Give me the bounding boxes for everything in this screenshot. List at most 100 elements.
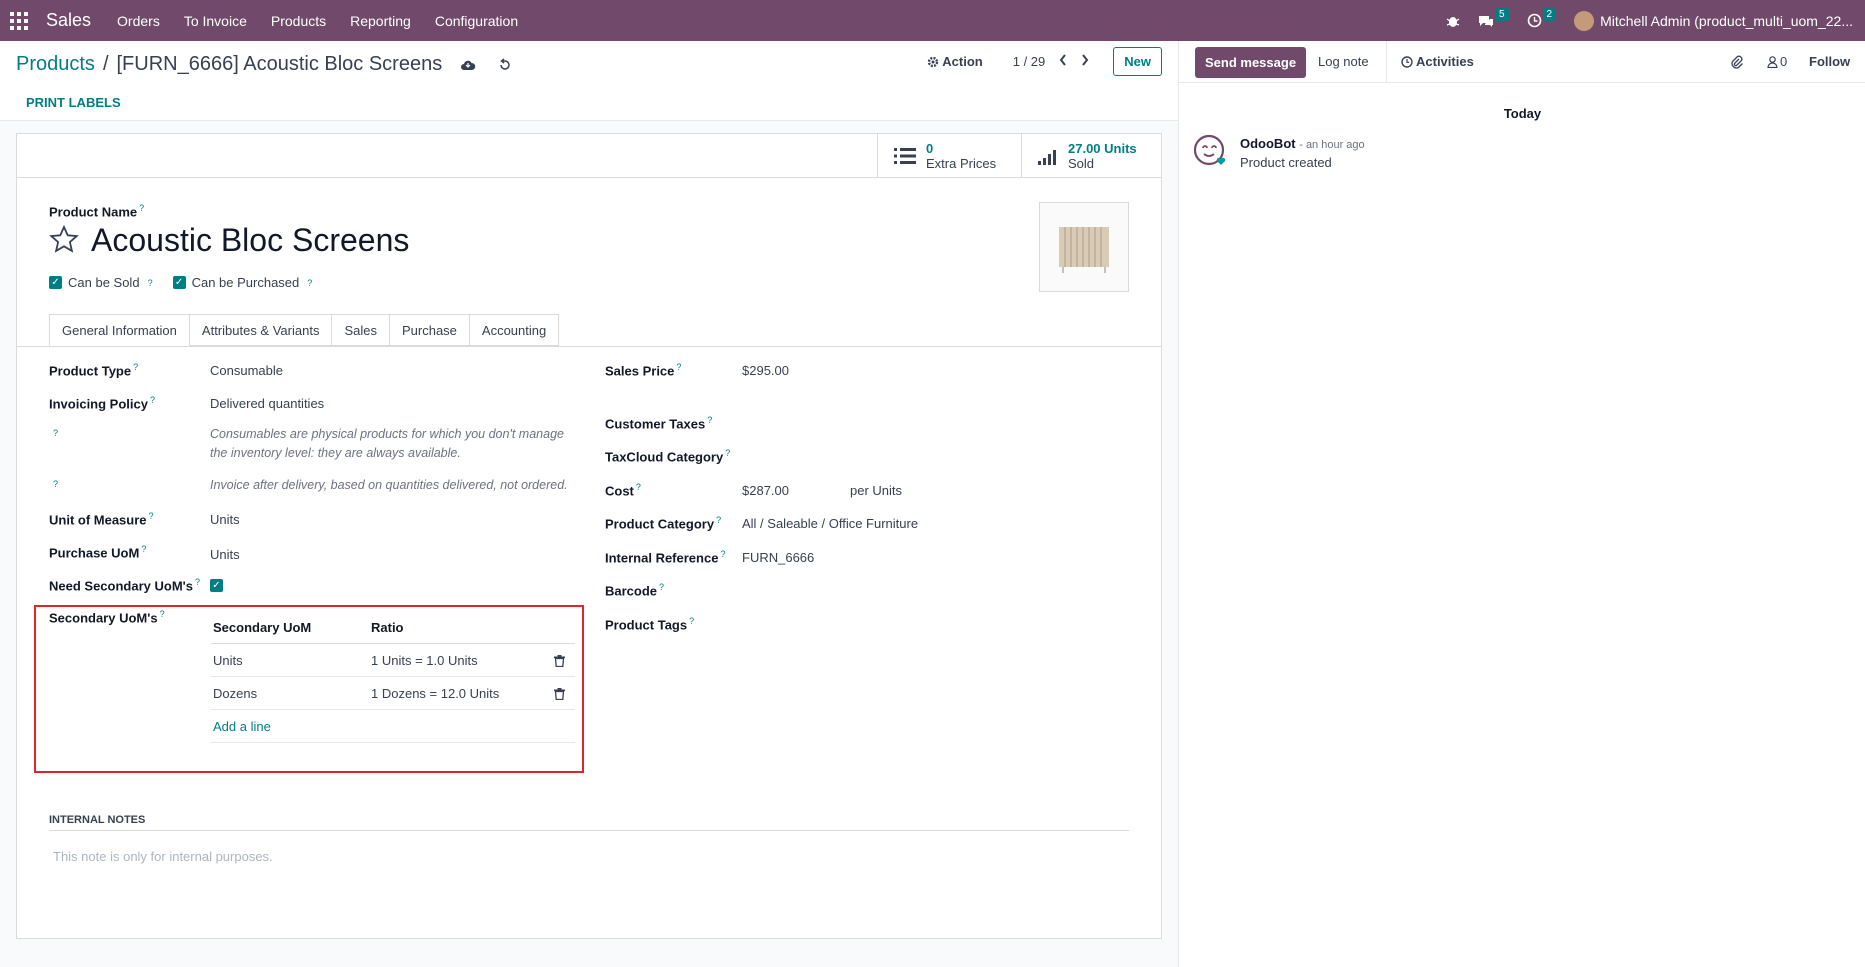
help-icon[interactable]: ?	[148, 278, 153, 288]
menu-products[interactable]: Products	[271, 13, 326, 29]
help-icon[interactable]: ?	[659, 582, 664, 592]
signal-bars-icon	[1038, 150, 1056, 165]
tab-attributes-variants[interactable]: Attributes & Variants	[189, 314, 333, 346]
app-name[interactable]: Sales	[46, 10, 91, 31]
tab-purchase[interactable]: Purchase	[389, 314, 470, 346]
help-icon[interactable]: ?	[689, 616, 694, 626]
units-sold-label: Sold	[1068, 156, 1095, 171]
pager-next-button[interactable]	[1081, 54, 1089, 69]
chatter-panel: Send message Log note Activities 0 Follo…	[1178, 41, 1865, 967]
product-name-field[interactable]: Acoustic Bloc Screens	[91, 222, 409, 259]
help-icon[interactable]: ?	[150, 395, 155, 405]
uom-field[interactable]: Units	[210, 512, 240, 527]
menu-to-invoice[interactable]: To Invoice	[184, 13, 247, 29]
purchase-uom-field[interactable]: Units	[210, 547, 240, 562]
chat-icon	[1478, 15, 1493, 27]
cloud-save-icon[interactable]	[460, 59, 476, 71]
app-menu-icon[interactable]	[10, 11, 30, 31]
star-favorite-icon[interactable]	[49, 225, 79, 253]
product-category-label: Product Category	[605, 516, 715, 532]
cost-per-unit: per Units	[850, 483, 903, 498]
follow-button[interactable]: Follow	[1809, 54, 1850, 69]
form-area: Products / [FURN_6666] Acoustic Bloc Scr…	[0, 41, 1178, 967]
activities-button[interactable]: 2	[1527, 8, 1557, 28]
help-icon[interactable]: ?	[676, 362, 681, 372]
breadcrumb: Products / [FURN_6666] Acoustic Bloc Scr…	[16, 53, 512, 76]
help-icon[interactable]: ?	[133, 362, 138, 372]
cost-label: Cost	[605, 483, 634, 499]
help-icon[interactable]: ?	[707, 415, 712, 425]
discard-icon[interactable]	[498, 57, 512, 72]
followers-button[interactable]: 0	[1767, 54, 1787, 69]
menu-orders[interactable]: Orders	[117, 13, 160, 29]
product-type-field[interactable]: Consumable	[210, 363, 283, 378]
list-icon	[894, 148, 916, 164]
action-button[interactable]: Action	[927, 54, 983, 69]
separator	[1386, 41, 1387, 83]
help-icon[interactable]: ?	[716, 515, 721, 525]
pager-previous-button[interactable]	[1059, 54, 1067, 69]
help-icon[interactable]: ?	[53, 428, 58, 438]
internal-reference-field[interactable]: FURN_6666	[742, 550, 814, 565]
chevron-right-icon	[1082, 54, 1089, 66]
menu-reporting[interactable]: Reporting	[350, 13, 411, 29]
breadcrumb-separator: /	[102, 53, 109, 75]
print-labels-button[interactable]: PRINT LABELS	[26, 95, 121, 110]
message-author[interactable]: OdooBot	[1240, 136, 1296, 151]
product-type-label: Product Type	[49, 363, 132, 379]
help-icon[interactable]: ?	[149, 511, 154, 521]
internal-notes-title: INTERNAL NOTES	[49, 814, 1129, 831]
extra-prices-button[interactable]: 0 Extra Prices	[877, 134, 1021, 178]
user-icon	[1767, 55, 1778, 68]
help-icon[interactable]: ?	[636, 482, 641, 492]
product-image[interactable]	[1039, 202, 1129, 292]
activities-button[interactable]: Activities	[1401, 54, 1474, 69]
customer-taxes-label: Customer Taxes	[605, 416, 706, 432]
paperclip-icon[interactable]	[1730, 55, 1743, 69]
help-icon[interactable]: ?	[141, 544, 146, 554]
need-secondary-uom-label: Need Secondary UoM's	[49, 578, 193, 594]
pager-value[interactable]: 1 / 29	[1013, 54, 1046, 69]
uom-label: Unit of Measure	[49, 512, 147, 528]
user-menu[interactable]: Mitchell Admin (product_multi_uom_22...	[1574, 10, 1853, 31]
tab-general-information[interactable]: General Information	[49, 314, 190, 346]
new-button[interactable]: New	[1113, 47, 1162, 76]
messages-badge: 5	[1494, 8, 1509, 21]
cost-field[interactable]: $287.00	[742, 483, 789, 498]
odoobot-avatar	[1193, 134, 1226, 166]
log-note-button[interactable]: Log note	[1318, 54, 1369, 69]
product-category-field[interactable]: All / Saleable / Office Furniture	[742, 516, 918, 531]
clock-icon	[1527, 13, 1541, 28]
invoice-policy-help: Invoice after delivery, based on quantit…	[210, 478, 568, 492]
tab-divider	[17, 346, 1161, 347]
internal-reference-label: Internal Reference	[605, 550, 719, 566]
tab-sales[interactable]: Sales	[332, 314, 390, 346]
units-sold-button[interactable]: 27.00 Units Sold	[1021, 134, 1161, 178]
menu-configuration[interactable]: Configuration	[435, 13, 518, 29]
send-message-button[interactable]: Send message	[1195, 47, 1307, 78]
internal-notes-editor[interactable]: This note is only for internal purposes.	[53, 849, 273, 864]
user-name: Mitchell Admin (product_multi_uom_22...	[1600, 12, 1853, 29]
can-be-sold-checkbox[interactable]: ✓	[49, 276, 62, 289]
form-sheet: 0 Extra Prices 27.00 Units Sold Product Na…	[16, 133, 1162, 939]
tab-accounting[interactable]: Accounting	[469, 314, 560, 346]
taxcloud-category-label: TaxCloud Category	[605, 449, 724, 465]
breadcrumb-products[interactable]: Products	[16, 53, 95, 76]
messages-button[interactable]: 5	[1478, 8, 1509, 28]
can-be-purchased-checkbox[interactable]: ✓	[172, 276, 186, 289]
bug-icon[interactable]	[1446, 14, 1460, 28]
need-secondary-uom-checkbox[interactable]: ✓	[210, 579, 223, 592]
gear-icon	[928, 56, 939, 67]
help-icon[interactable]: ?	[53, 479, 58, 489]
help-icon[interactable]: ?	[720, 549, 725, 559]
invoicing-policy-field[interactable]: Delivered quantities	[210, 396, 324, 411]
help-icon[interactable]: ?	[725, 448, 730, 458]
activities-badge: 2	[1542, 8, 1557, 21]
help-icon[interactable]: ?	[195, 577, 200, 587]
help-icon[interactable]: ?	[139, 203, 144, 213]
chevron-left-icon	[1059, 54, 1067, 66]
sales-price-field[interactable]: $295.00	[742, 363, 789, 378]
purchase-uom-label: Purchase UoM	[49, 545, 140, 561]
help-icon[interactable]: ?	[307, 278, 312, 288]
date-separator: Today	[1503, 106, 1542, 121]
